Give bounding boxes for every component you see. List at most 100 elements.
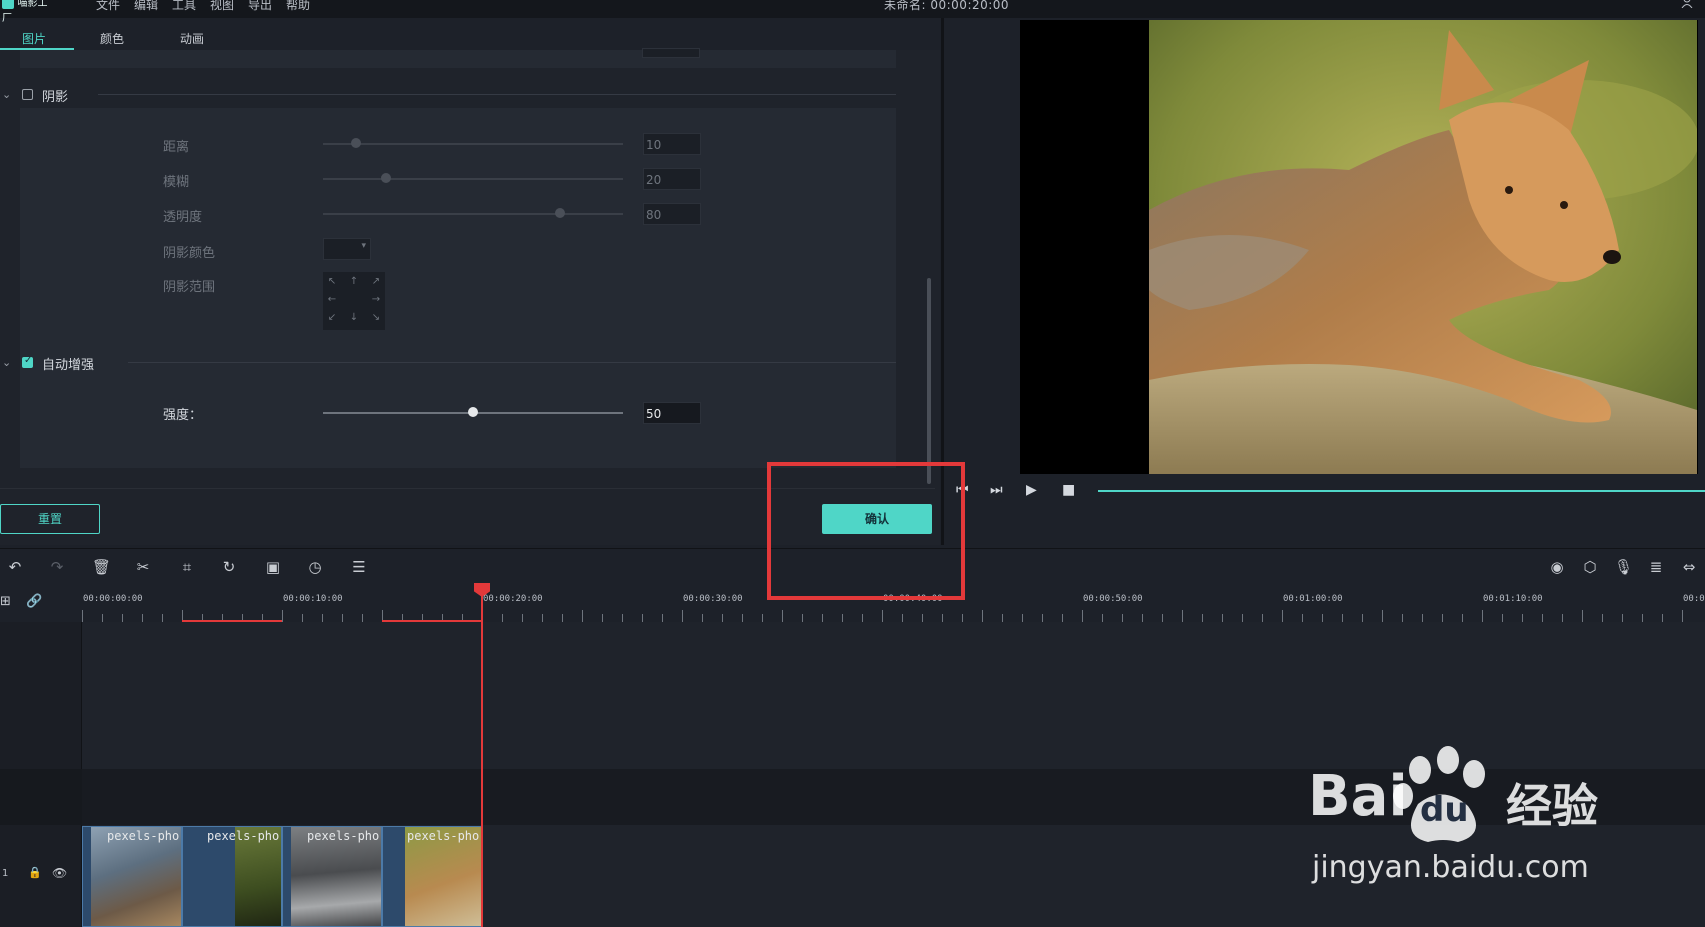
auto-enhance-checkbox[interactable] bbox=[22, 355, 33, 368]
fox-photo bbox=[1149, 20, 1697, 474]
audio-mixer-icon[interactable]: ≣ bbox=[1647, 558, 1665, 576]
tab-image[interactable]: 图片 bbox=[22, 30, 46, 47]
menu-view[interactable]: 视图 bbox=[210, 0, 234, 13]
properties-scrollbar[interactable] bbox=[927, 278, 931, 484]
play-icon[interactable]: ▶ bbox=[1026, 482, 1037, 498]
ruler-tick bbox=[642, 614, 643, 622]
menu-export[interactable]: 导出 bbox=[248, 0, 272, 13]
timeline-clip[interactable]: pexels-pho bbox=[282, 826, 382, 927]
arrow-down-right-icon[interactable]: ↘ bbox=[369, 312, 383, 323]
blur-label: 模糊 bbox=[163, 175, 190, 190]
tab-color[interactable]: 颜色 bbox=[100, 30, 124, 47]
arrow-up-right-icon[interactable]: ↗ bbox=[369, 276, 383, 287]
app-logo: 喵影工厂 bbox=[2, 0, 54, 24]
ruler-tick bbox=[362, 614, 363, 622]
strength-slider-knob[interactable] bbox=[468, 407, 478, 417]
ruler-tick bbox=[302, 614, 303, 622]
opacity-slider-knob[interactable] bbox=[555, 208, 565, 218]
ruler-tick bbox=[342, 614, 343, 622]
shadow-color-dropdown[interactable] bbox=[323, 238, 371, 260]
chevron-down-icon[interactable]: ⌄ bbox=[2, 88, 11, 101]
rotate-icon[interactable]: ↻ bbox=[220, 558, 238, 576]
ruler-tick bbox=[1262, 614, 1263, 622]
tab-animation[interactable]: 动画 bbox=[180, 30, 204, 47]
clip-name: pexels-pho bbox=[107, 829, 180, 843]
tick-label: 00:00:50:00 bbox=[1083, 594, 1143, 604]
shadow-direction-grid[interactable]: ↖ ↑ ↗ ← → ↙ ↓ ↘ bbox=[323, 272, 385, 330]
lock-icon[interactable]: 🔒 bbox=[28, 866, 42, 879]
green-screen-icon[interactable]: ▣ bbox=[264, 558, 282, 576]
menu-help[interactable]: 帮助 bbox=[286, 0, 310, 13]
arrow-up-left-icon[interactable]: ↖ bbox=[325, 276, 339, 287]
tick-label: 00:01:00:00 bbox=[1283, 594, 1343, 604]
menu-file[interactable]: 文件 bbox=[96, 0, 120, 13]
ruler-tick bbox=[822, 614, 823, 622]
add-track-icon[interactable]: ⊞ bbox=[0, 594, 11, 609]
distance-label: 距离 bbox=[163, 140, 190, 155]
marker-icon[interactable]: ⬡ bbox=[1581, 558, 1599, 576]
adjust-icon[interactable]: ☰ bbox=[350, 558, 368, 576]
ruler-tick bbox=[602, 614, 603, 622]
duration-icon[interactable]: ◷ bbox=[306, 558, 324, 576]
render-icon[interactable]: ◉ bbox=[1548, 558, 1566, 576]
opacity-value-field[interactable]: 80 bbox=[643, 203, 701, 225]
ruler-tick bbox=[1102, 614, 1103, 622]
blur-slider-track[interactable] bbox=[323, 178, 623, 180]
link-icon[interactable]: 🔗 bbox=[26, 594, 42, 609]
ruler-tick bbox=[1502, 614, 1503, 622]
shadow-checkbox[interactable] bbox=[22, 89, 33, 100]
fit-timeline-icon[interactable]: ⇔ bbox=[1680, 558, 1698, 576]
redo-icon[interactable]: ↷ bbox=[48, 558, 66, 576]
ruler-tick bbox=[1602, 614, 1603, 622]
arrow-down-left-icon[interactable]: ↙ bbox=[325, 312, 339, 323]
clip-name: pexels-pho bbox=[307, 829, 380, 843]
ruler-tick bbox=[1302, 614, 1303, 622]
crop-icon[interactable]: ⌗ bbox=[178, 558, 196, 576]
distance-slider-track[interactable] bbox=[323, 143, 623, 145]
ruler-tick bbox=[742, 614, 743, 622]
ruler-tick bbox=[1422, 614, 1423, 622]
ruler-tick bbox=[522, 614, 523, 622]
eye-icon[interactable]: 👁 bbox=[52, 866, 67, 880]
chevron-down-icon[interactable]: ⌄ bbox=[2, 356, 11, 369]
undo-icon[interactable]: ↶ bbox=[6, 558, 24, 576]
track-number: 1 bbox=[2, 868, 9, 879]
stop-icon[interactable]: ■ bbox=[1062, 482, 1075, 498]
arrow-down-icon[interactable]: ↓ bbox=[347, 312, 361, 323]
strength-value-field[interactable]: 50 bbox=[643, 402, 701, 424]
delete-icon[interactable]: 🗑 bbox=[92, 558, 111, 576]
step-forward-icon[interactable]: ⏭ bbox=[990, 482, 1003, 498]
ruler-tick bbox=[562, 614, 563, 622]
track-headers: 1 🔒 👁 bbox=[0, 622, 82, 927]
arrow-right-icon[interactable]: → bbox=[369, 294, 383, 305]
opacity-slider-track[interactable] bbox=[323, 213, 623, 215]
distance-slider-knob[interactable] bbox=[351, 138, 361, 148]
blur-value-field[interactable]: 20 bbox=[643, 168, 701, 190]
user-icon[interactable] bbox=[1681, 0, 1693, 8]
timeline-clip[interactable]: pexels-pho bbox=[182, 826, 282, 927]
ruler-tick bbox=[142, 614, 143, 622]
timeline-clip[interactable]: pexels-pho bbox=[82, 826, 182, 927]
reset-button[interactable]: 重置 bbox=[0, 504, 100, 534]
menu-tools[interactable]: 工具 bbox=[172, 0, 196, 13]
distance-value-field[interactable]: 10 bbox=[643, 133, 701, 155]
strength-label: 强度： bbox=[163, 408, 203, 423]
ruler-tick bbox=[1542, 614, 1543, 622]
ruler-tick bbox=[982, 610, 983, 622]
menu-edit[interactable]: 编辑 bbox=[134, 0, 158, 13]
arrow-up-icon[interactable]: ↑ bbox=[347, 276, 361, 287]
ruler-tick bbox=[1662, 614, 1663, 622]
ruler-tick bbox=[1282, 610, 1283, 622]
shadow-settings-box bbox=[20, 108, 896, 390]
timeline-clip[interactable]: pexels-pho bbox=[382, 826, 482, 927]
tick-label: 00:00:20:00 bbox=[483, 594, 543, 604]
mic-icon[interactable]: 🎙 bbox=[1614, 558, 1633, 576]
playback-progress-bar[interactable] bbox=[1098, 490, 1705, 492]
playhead[interactable] bbox=[481, 584, 483, 927]
clip-name: pexels-pho bbox=[207, 829, 280, 843]
cut-icon[interactable]: ✂ bbox=[134, 558, 152, 576]
ruler-tick bbox=[1482, 610, 1483, 622]
preview-image bbox=[1149, 20, 1697, 474]
blur-slider-knob[interactable] bbox=[381, 173, 391, 183]
arrow-left-icon[interactable]: ← bbox=[325, 294, 339, 305]
